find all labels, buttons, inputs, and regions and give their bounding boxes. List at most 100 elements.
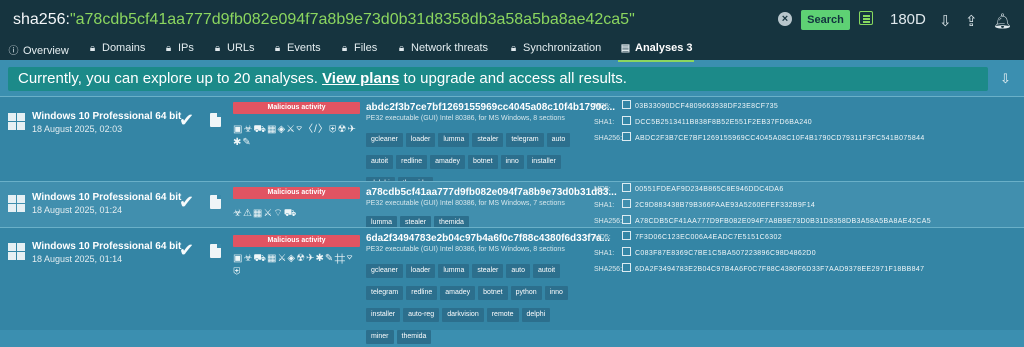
tag[interactable]: redline: [406, 286, 438, 300]
check-icon: ✔: [179, 192, 195, 212]
tag[interactable]: amadey: [440, 286, 476, 300]
bell-icon[interactable]: 🔔︎: [993, 12, 1012, 30]
sha1-value[interactable]: 2C9D883438B79B366FAAE93A5260EFEF332B9F14: [635, 202, 815, 209]
tag[interactable]: telegram: [366, 286, 404, 300]
tag[interactable]: inno: [544, 286, 568, 300]
analysis-row[interactable]: Windows 10 Professional 64 bit 18 August…: [0, 181, 1024, 230]
tag[interactable]: botnet: [468, 155, 498, 169]
sha256-value[interactable]: ABDC2F3B7CE7BF1269155969CC4045A08C10F4B1…: [635, 135, 925, 142]
tag[interactable]: gcleaner: [366, 133, 403, 147]
tab-events[interactable]: 🔒︎ Events: [272, 42, 321, 54]
md5-value[interactable]: 03B33090DCF4809663938DF23E8CF735: [635, 103, 778, 110]
copy-icon[interactable]: [622, 215, 631, 224]
view-plans-link[interactable]: View plans: [322, 70, 399, 87]
file-hash-link[interactable]: a78cdb5cf41aa777d9fb082e094f7a8b9e73d0b3…: [366, 187, 617, 198]
file-hash-link[interactable]: abdc2f3b7ce7bf1269155969cc4045a08c10f4b1…: [366, 102, 615, 113]
search-button[interactable]: Search: [801, 10, 850, 30]
tag[interactable]: remote: [486, 308, 519, 322]
tab-files[interactable]: 🔒︎ Files: [339, 42, 377, 54]
tag[interactable]: darkvision: [442, 308, 484, 322]
tag[interactable]: python: [510, 286, 542, 300]
results-tabs: ⓘ Overview 🔒︎ Domains 🔒︎ IPs 🔒︎ URLs 🔒︎ Event…: [0, 40, 1024, 62]
download-icon[interactable]: ⇩: [939, 12, 952, 30]
copy-icon[interactable]: [622, 132, 631, 141]
tab-network-threats[interactable]: 🔒︎ Network threats: [396, 42, 488, 54]
search-input[interactable]: sha256:"a78cdb5cf41aa777d9fb082e094f7a8b…: [9, 6, 767, 34]
tag[interactable]: botnet: [478, 286, 508, 300]
tag[interactable]: stealer: [472, 133, 504, 147]
tag[interactable]: installer: [526, 155, 561, 169]
lock-icon: 🔒︎: [341, 43, 348, 54]
search-value[interactable]: "a78cdb5cf41aa777d9fb082e094f7a8b9e73d0b…: [70, 11, 635, 28]
copy-icon[interactable]: [622, 183, 631, 192]
hash-values: MD5: 7F3D06C123EC006A4EADC7E5151C6302 SHA…: [594, 230, 924, 278]
tag[interactable]: redline: [396, 155, 428, 169]
copy-icon[interactable]: [622, 263, 631, 272]
tag[interactable]: auto-reg: [403, 308, 440, 322]
verdict-badge: Malicious activity: [233, 187, 360, 199]
behavior-icons: ☣⚠▦⚔⌔⛟: [233, 208, 298, 219]
analysis-date: 18 August 2025, 02:03: [32, 124, 123, 134]
period-selector[interactable]: 180D: [890, 11, 926, 28]
tab-ips[interactable]: 🔒︎ IPs: [163, 42, 194, 54]
clear-icon[interactable]: ×: [778, 12, 792, 26]
sha256-value[interactable]: A78CDB5CF41AA777D9FB082E094F7A8B9E73D0B3…: [635, 218, 931, 225]
sha1-value[interactable]: DCC5B2513411B838F8B52E551F2EB37FD6BA240: [635, 119, 812, 126]
tag[interactable]: loader: [405, 264, 436, 278]
tag[interactable]: amadey: [430, 155, 466, 169]
check-icon: ✔: [179, 240, 195, 260]
search-key[interactable]: sha256:: [13, 11, 70, 28]
hash-values: MD5: 03B33090DCF4809663938DF23E8CF735 SHA…: [594, 99, 925, 147]
lock-icon: 🔒︎: [274, 43, 281, 54]
analyses-icon: ▤: [620, 43, 631, 54]
lock-icon: 🔒︎: [214, 43, 221, 54]
behavior-icons: ▣☣⛟▦◈⚔⌔〈/〉⛨☢✈✱✎: [233, 124, 357, 148]
analysis-row[interactable]: Windows 10 Professional 64 bit 18 August…: [0, 96, 1024, 191]
file-hash-link[interactable]: 6da2f3494783e2b04c97b4a6f0c7f88c4380f6d3…: [366, 233, 610, 244]
sha256-value[interactable]: 6DA2F3494783E2B04C97B4A6F0C7F88C4380F6D3…: [635, 266, 924, 273]
file-type: PE32 executable (GUI) Intel 80386, for M…: [366, 200, 565, 207]
yara-icon[interactable]: [859, 11, 873, 25]
copy-icon[interactable]: [622, 247, 631, 256]
analysis-row[interactable]: Windows 10 Professional 64 bit 18 August…: [0, 227, 1024, 344]
file-icon: [210, 113, 221, 127]
copy-icon[interactable]: [622, 116, 631, 125]
verdict-badge: Malicious activity: [233, 235, 360, 247]
tag[interactable]: autoit: [366, 155, 394, 169]
analysis-date: 18 August 2025, 01:14: [32, 254, 123, 264]
copy-icon[interactable]: [622, 231, 631, 240]
tag[interactable]: inno: [500, 155, 524, 169]
upgrade-notice: Currently, you can explore up to 20 anal…: [8, 67, 988, 91]
md5-value[interactable]: 00551FDEAF9D234B865C8E946DDC4DA6: [635, 186, 784, 193]
tab-synchronization[interactable]: 🔒︎ Synchronization: [508, 42, 601, 54]
tag[interactable]: stealer: [472, 264, 504, 278]
tag[interactable]: lumma: [438, 133, 470, 147]
tag[interactable]: gcleaner: [366, 264, 403, 278]
os-name: Windows 10 Professional 64 bit: [32, 111, 182, 122]
tab-domains[interactable]: 🔒︎ Domains: [87, 42, 146, 54]
tag[interactable]: autoit: [532, 264, 561, 278]
download-icon[interactable]: ⇩: [1000, 71, 1011, 87]
tag[interactable]: delphi: [521, 308, 551, 322]
tag-list: gcleaner loader lumma stealer auto autoit tele…: [366, 259, 580, 347]
tab-analyses[interactable]: ▤ Analyses 3: [617, 42, 695, 62]
lock-icon: 🔒︎: [398, 43, 405, 54]
lock-icon: 🔒︎: [89, 43, 96, 54]
tag[interactable]: auto: [506, 264, 530, 278]
tab-urls[interactable]: 🔒︎ URLs: [212, 42, 255, 54]
sha1-value[interactable]: C083F87E8369C7BE1C5BA507223896C98D4862D0: [635, 250, 816, 257]
search-query[interactable]: sha256:"a78cdb5cf41aa777d9fb082e094f7a8b…: [13, 11, 635, 29]
upload-icon[interactable]: ⇪: [965, 12, 978, 30]
notice-suffix: to upgrade and access all results.: [399, 70, 627, 87]
copy-icon[interactable]: [622, 100, 631, 109]
tab-overview[interactable]: ⓘ Overview: [8, 42, 69, 57]
copy-icon[interactable]: [622, 199, 631, 208]
tag[interactable]: installer: [366, 308, 401, 322]
md5-value[interactable]: 7F3D06C123EC006A4EADC7E5151C6302: [635, 234, 782, 241]
tag[interactable]: auto: [546, 133, 571, 147]
tag[interactable]: telegram: [506, 133, 544, 147]
tag[interactable]: themida: [396, 330, 432, 344]
tag[interactable]: lumma: [438, 264, 470, 278]
tag[interactable]: loader: [405, 133, 436, 147]
tag[interactable]: miner: [366, 330, 394, 344]
